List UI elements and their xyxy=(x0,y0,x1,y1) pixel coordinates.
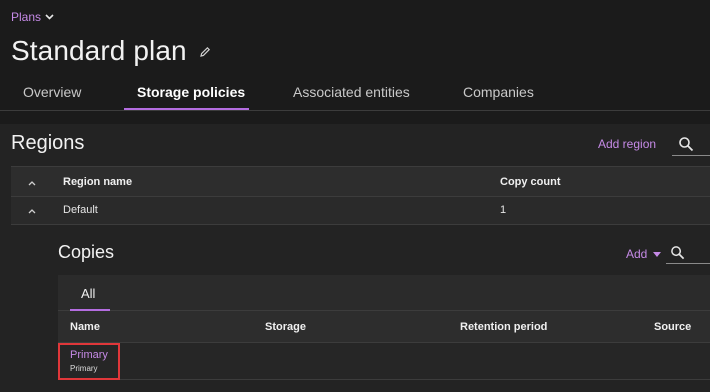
copy-name-link[interactable]: Primary xyxy=(70,349,108,361)
chevron-up-icon[interactable] xyxy=(27,180,37,186)
column-storage[interactable]: Storage xyxy=(265,321,306,333)
breadcrumb-plans[interactable]: Plans xyxy=(11,10,54,24)
active-tab-indicator xyxy=(124,108,249,110)
caret-down-icon xyxy=(653,251,662,257)
copies-tab-bar: All xyxy=(58,275,710,311)
pencil-icon[interactable] xyxy=(198,45,212,59)
breadcrumb-label: Plans xyxy=(11,10,42,24)
add-copy-button[interactable]: Add xyxy=(626,247,662,261)
add-region-button[interactable]: Add region xyxy=(598,137,656,151)
tab-all[interactable]: All xyxy=(81,286,95,301)
regions-heading: Regions xyxy=(11,132,85,154)
tab-bar: Overview Storage policies Associated ent… xyxy=(0,78,710,111)
column-copy-count[interactable]: Copy count xyxy=(500,176,561,188)
copies-table-header: Name Storage Retention period Source xyxy=(58,311,710,343)
tab-overview[interactable]: Overview xyxy=(23,84,81,100)
search-icon[interactable] xyxy=(678,136,694,152)
page-title: Standard plan xyxy=(11,35,187,66)
chevron-up-icon[interactable] xyxy=(27,208,37,214)
copy-count-cell: 1 xyxy=(500,204,507,216)
chevron-down-icon xyxy=(45,14,54,20)
regions-search-input[interactable] xyxy=(672,155,710,156)
tab-associated-entities[interactable]: Associated entities xyxy=(293,84,410,100)
add-copy-label: Add xyxy=(626,247,648,261)
copy-subtitle: Primary xyxy=(70,364,98,373)
copies-search-input[interactable] xyxy=(666,263,710,264)
column-name[interactable]: Name xyxy=(70,321,100,333)
search-icon[interactable] xyxy=(670,245,685,260)
tab-companies[interactable]: Companies xyxy=(463,84,534,100)
tab-storage-policies[interactable]: Storage policies xyxy=(137,84,245,100)
column-region-name[interactable]: Region name xyxy=(63,176,132,188)
column-source[interactable]: Source xyxy=(654,321,691,333)
column-retention-period[interactable]: Retention period xyxy=(460,321,547,333)
table-row: Primary Primary xyxy=(58,343,710,380)
regions-table-header: Region name Copy count xyxy=(11,166,710,197)
copies-heading: Copies xyxy=(58,242,115,262)
table-row[interactable]: Default 1 xyxy=(11,197,710,225)
region-name-cell: Default xyxy=(63,204,98,216)
